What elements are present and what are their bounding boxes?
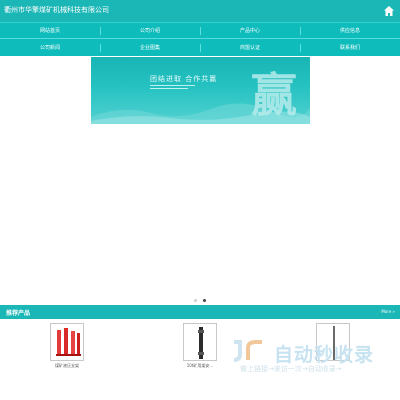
product-card[interactable]: 10t矿用架安... <box>183 323 217 369</box>
watermark-overlay: 自动秒收录 做上链接→来访一次→自动收录→ <box>228 338 388 378</box>
nav-item-contact[interactable]: 联系我们 <box>300 40 400 56</box>
nav-item-supply[interactable]: 供应信息 <box>300 23 400 39</box>
product-caption[interactable]: 10t矿用架安... <box>183 363 217 369</box>
hero-banner[interactable]: 团结进取 合作共赢 赢 <box>91 57 310 124</box>
slider-pagination <box>191 298 209 303</box>
nav-item-products[interactable]: 产品中心 <box>200 23 300 39</box>
banner-big-character: 赢 <box>251 68 297 122</box>
main-navigation: 网站首页 公司介绍 产品中心 供应信息 公司新闻 企业图集 商盟认证 联系我们 <box>0 22 400 56</box>
drill-rod-image <box>198 327 204 359</box>
nav-item-news[interactable]: 公司新闻 <box>0 40 100 56</box>
watermark-title: 自动秒收录 <box>274 344 375 366</box>
more-link[interactable]: More » <box>381 309 395 314</box>
nav-item-gallery[interactable]: 企业图集 <box>100 40 200 56</box>
nav-item-home[interactable]: 网站首页 <box>0 23 100 39</box>
company-name: 衢州市华擎煤矿机械科技有限公司 <box>4 6 109 14</box>
banner-text-line <box>150 88 188 89</box>
product-image[interactable] <box>183 323 217 361</box>
hydraulic-prop-image <box>56 328 81 356</box>
product-image[interactable] <box>50 323 84 361</box>
banner-text-line <box>150 85 195 86</box>
banner-slogan: 团结进取 合作共赢 <box>150 75 218 83</box>
product-card[interactable]: 煤矿液压支架 <box>50 323 84 369</box>
slider-dot-1[interactable] <box>194 299 197 302</box>
home-icon[interactable] <box>383 5 395 17</box>
recommended-products-header: 推荐产品 More » <box>0 305 400 319</box>
nav-row-2: 公司新闻 企业图集 商盟认证 联系我们 <box>0 40 400 56</box>
slider-dot-2[interactable] <box>203 299 206 302</box>
nav-item-certification[interactable]: 商盟认证 <box>200 40 300 56</box>
nav-row-1: 网站首页 公司介绍 产品中心 供应信息 <box>0 23 400 39</box>
watermark-subtitle: 做上链接→来访一次→自动收录→ <box>240 365 342 373</box>
nav-item-about[interactable]: 公司介绍 <box>100 23 200 39</box>
product-caption[interactable]: 煤矿液压支架 <box>50 363 84 369</box>
top-header-bar: 衢州市华擎煤矿机械科技有限公司 <box>0 0 400 22</box>
section-title: 推荐产品 <box>6 310 31 317</box>
watermark-logo-icon <box>233 340 262 362</box>
